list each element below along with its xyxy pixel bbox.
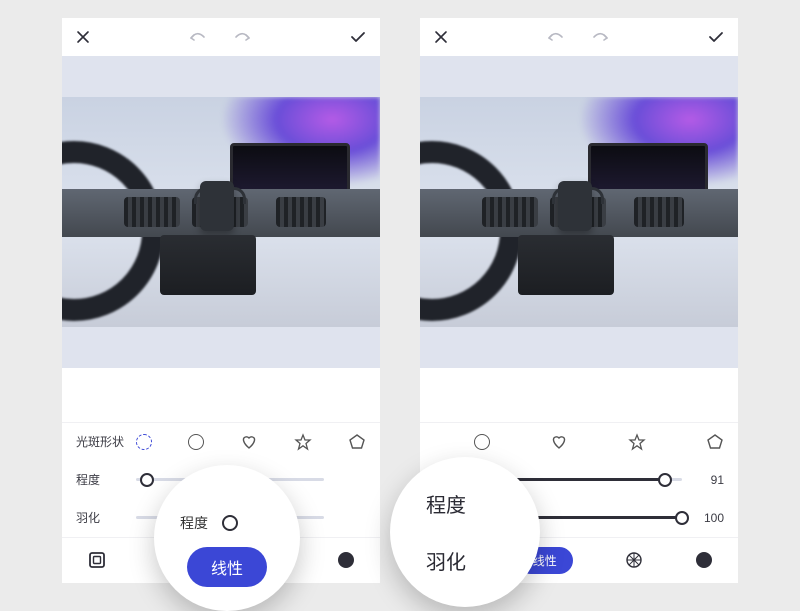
degree-value: 91 bbox=[694, 473, 724, 487]
radial-icon[interactable] bbox=[625, 551, 643, 569]
edited-image bbox=[62, 97, 380, 327]
shape-star[interactable] bbox=[628, 433, 646, 451]
check-icon[interactable] bbox=[708, 31, 724, 43]
shape-heart[interactable] bbox=[240, 433, 258, 451]
top-bar bbox=[420, 18, 738, 56]
editor-screen-left: 光斑形状 程度 0 羽化 bbox=[62, 18, 380, 583]
top-bar bbox=[62, 18, 380, 56]
degree-label: 程度 bbox=[76, 471, 130, 488]
degree-slider[interactable] bbox=[494, 478, 682, 481]
shape-heart[interactable] bbox=[550, 433, 568, 451]
zoom-slider-thumb-icon bbox=[222, 515, 238, 531]
undo-icon[interactable] bbox=[545, 31, 565, 43]
filled-dot-icon[interactable] bbox=[338, 552, 354, 568]
shape-circle[interactable] bbox=[188, 434, 204, 450]
filled-dot-icon[interactable] bbox=[696, 552, 712, 568]
zoom-loupe-right: 程度 羽化 bbox=[390, 457, 540, 607]
square-tool-icon[interactable] bbox=[88, 551, 106, 569]
zoom-linear-pill[interactable]: 线性 bbox=[187, 547, 267, 587]
zoom-degree-label: 程度 bbox=[426, 489, 540, 518]
shape-star[interactable] bbox=[294, 433, 312, 451]
image-canvas[interactable] bbox=[420, 56, 738, 368]
editor-screen-right: x 91 x 100 线性 程度 bbox=[420, 18, 738, 583]
redo-icon[interactable] bbox=[591, 31, 611, 43]
redo-icon[interactable] bbox=[233, 31, 253, 43]
feather-value: 100 bbox=[694, 511, 724, 525]
zoom-degree-label: 程度 bbox=[180, 513, 208, 533]
bokeh-shape-row: 光斑形状 bbox=[62, 423, 380, 461]
bokeh-shape-label: 光斑形状 bbox=[76, 433, 130, 450]
image-canvas[interactable] bbox=[62, 56, 380, 368]
zoom-feather-label: 羽化 bbox=[426, 546, 540, 575]
close-icon[interactable] bbox=[76, 30, 90, 44]
check-icon[interactable] bbox=[350, 31, 366, 43]
close-icon[interactable] bbox=[434, 30, 448, 44]
shape-circle[interactable] bbox=[474, 434, 490, 450]
edited-image bbox=[420, 97, 738, 327]
undo-icon[interactable] bbox=[187, 31, 207, 43]
shape-pentagon[interactable] bbox=[348, 433, 366, 451]
feather-label: 羽化 bbox=[76, 509, 130, 526]
shape-pentagon[interactable] bbox=[706, 433, 724, 451]
bokeh-shape-row bbox=[420, 423, 738, 461]
shape-dashed-circle[interactable] bbox=[136, 434, 152, 450]
zoom-loupe-left: 程度 线性 bbox=[154, 465, 300, 611]
